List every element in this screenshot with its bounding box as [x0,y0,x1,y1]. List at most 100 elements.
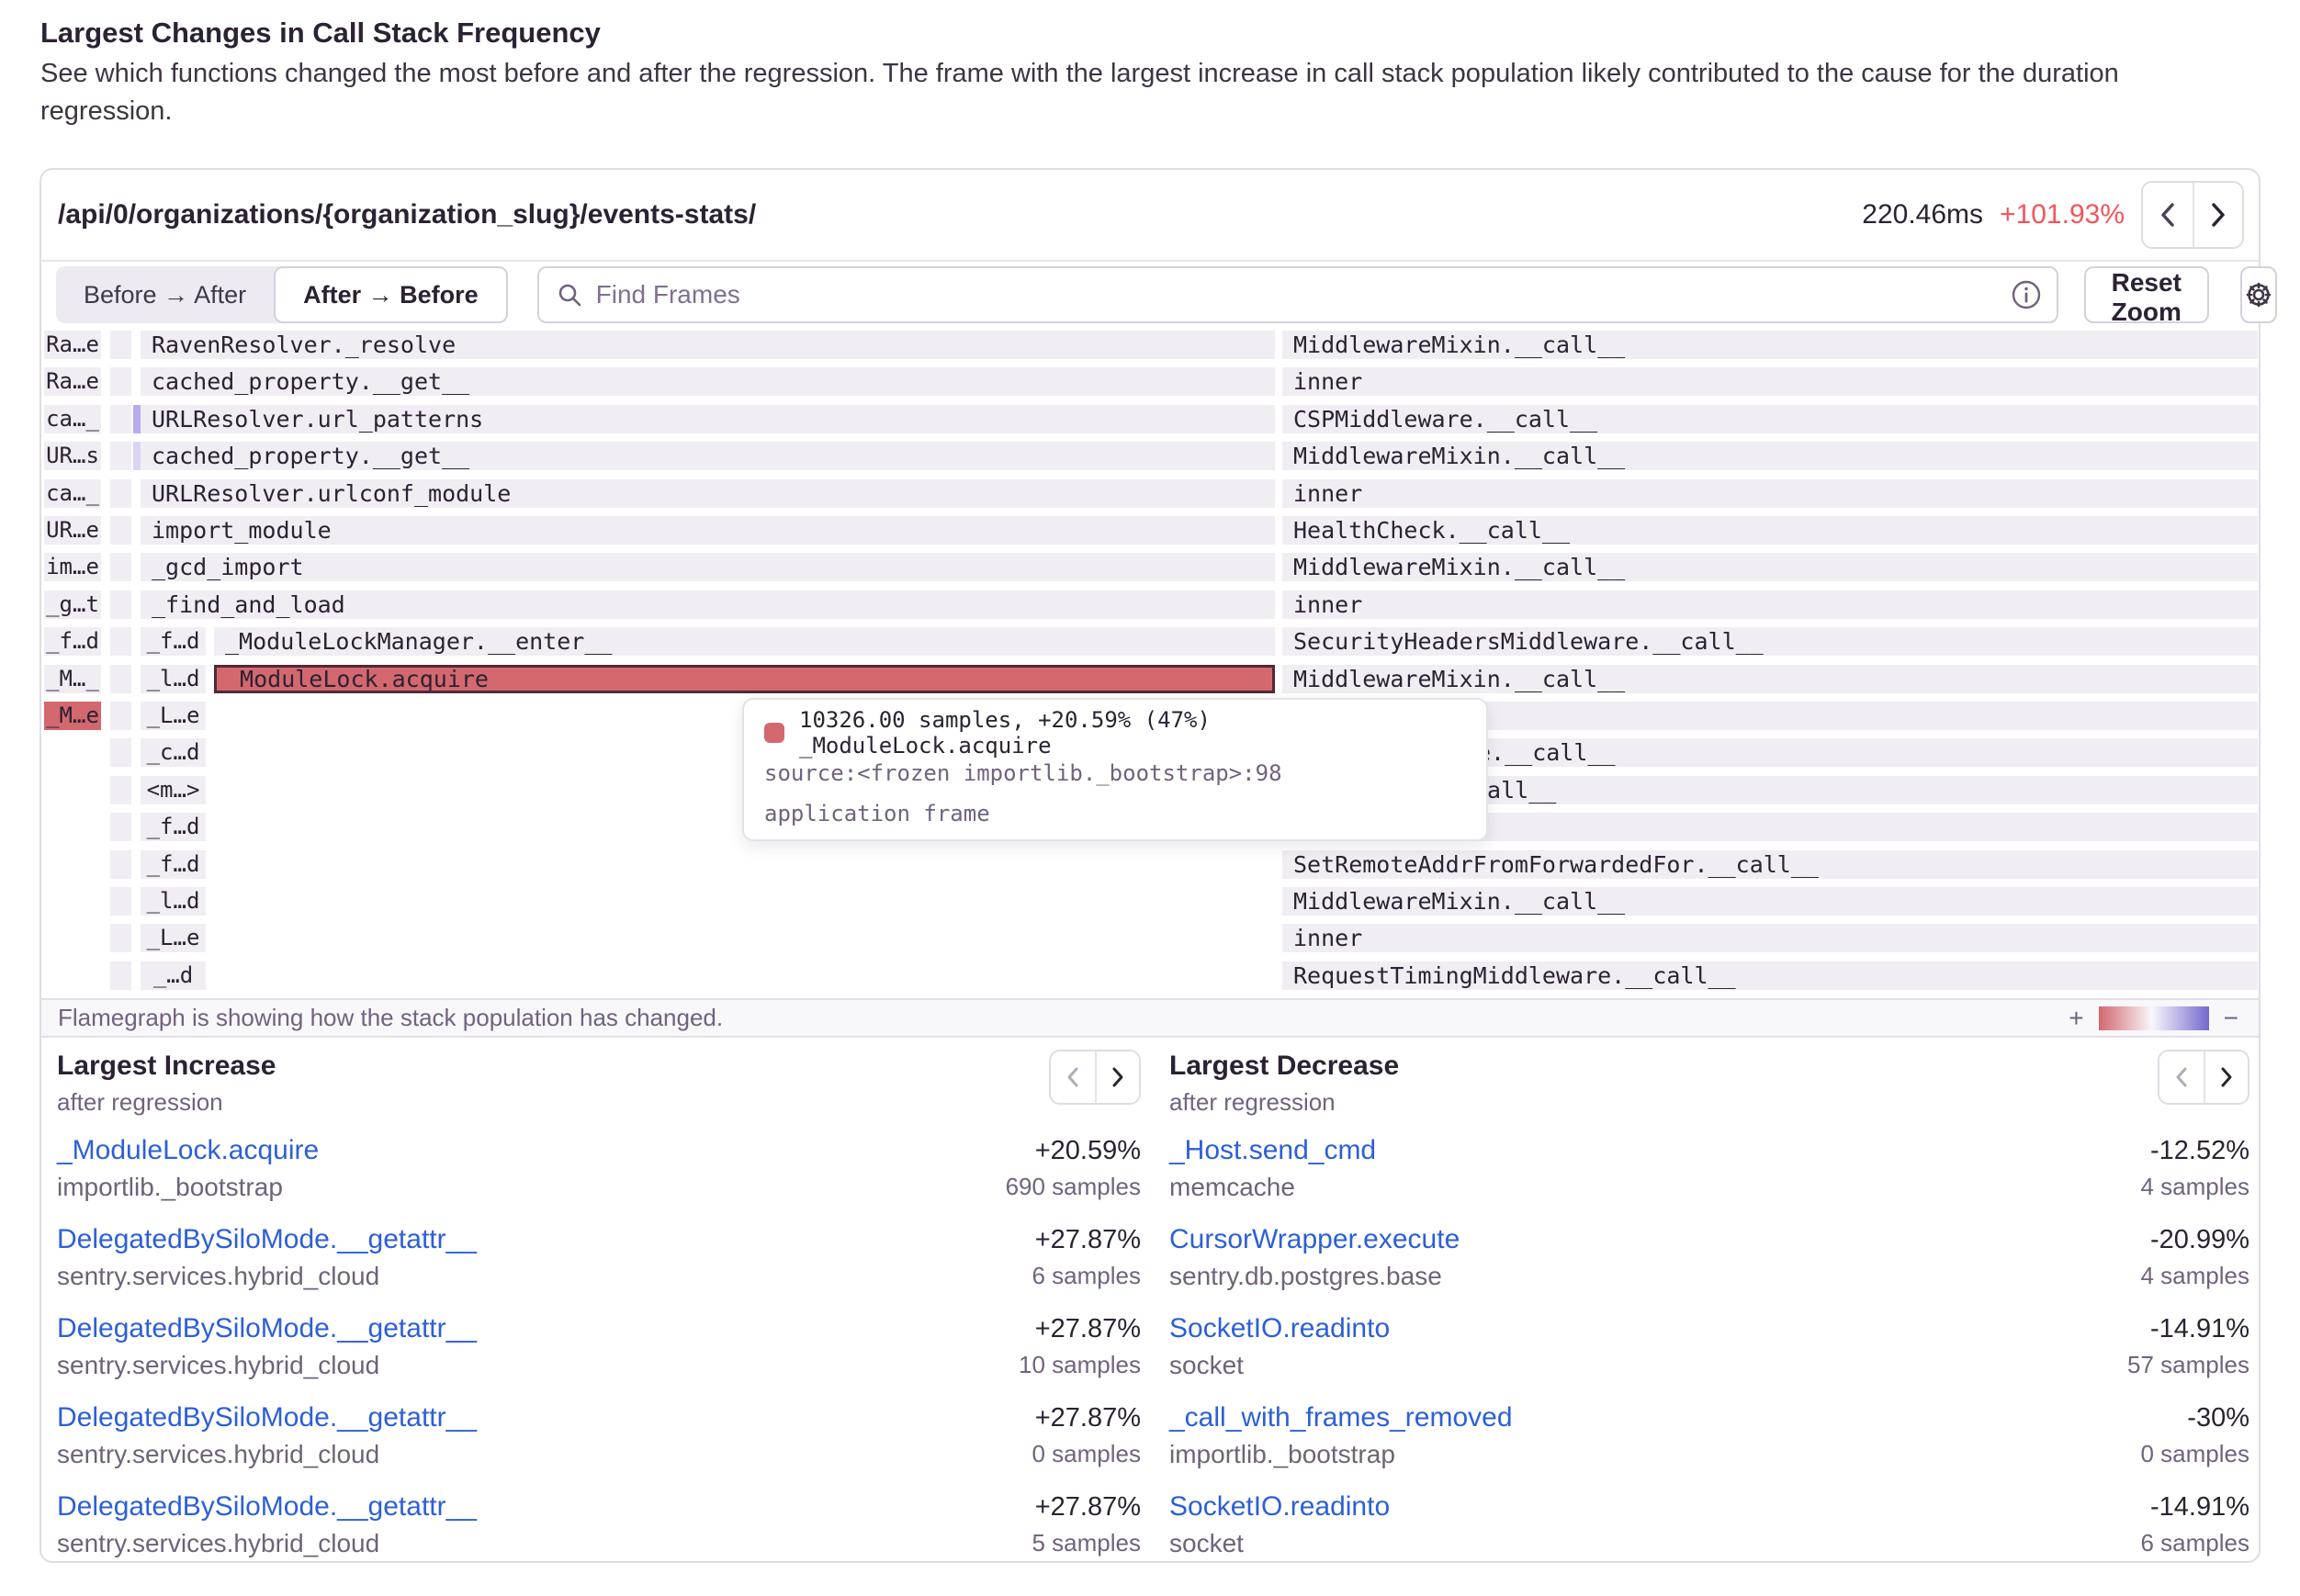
flame-frame-right[interactable]: SecurityHeadersMiddleware.__call__ [1282,627,2258,656]
flame-frame-spacer[interactable] [110,813,131,841]
next-event-button[interactable] [2193,183,2242,247]
flame-frame-left[interactable]: _f…d [44,627,101,656]
toggle-before-after[interactable]: Before → After [56,266,274,323]
direction-toggle: Before → After After → Before [56,266,508,323]
function-link[interactable]: SocketIO.readinto [1169,1310,2127,1347]
search-input[interactable] [594,279,2011,310]
flame-frame-right[interactable]: inner [1282,590,2258,619]
flame-frame[interactable]: _L…e [141,702,206,730]
flame-frame-spacer[interactable] [110,405,131,433]
flame-frame[interactable]: URLResolver.url_patterns [141,405,1275,433]
flame-frame-spacer[interactable] [110,924,131,952]
flame-frame-right[interactable]: SetRemoteAddrFromForwardedFor.__call__ [1282,850,2258,879]
flame-frame[interactable]: _l…d [141,887,206,916]
flame-frame-right[interactable]: RequestTimingMiddleware.__call__ [1282,961,2258,990]
flame-frame-left[interactable]: Ra…e [44,331,101,359]
decrease-prev-button[interactable] [2159,1051,2204,1103]
hovered-frame-red[interactable]: _ModuleLock.acquire [214,665,1275,693]
info-icon[interactable] [2011,279,2042,310]
flame-frame[interactable]: cached_property.__get__ [141,367,1275,396]
flame-frame-spacer[interactable] [110,887,131,916]
sample-count: 0 samples [2141,1436,2250,1471]
flame-frame-spacer[interactable] [110,702,131,730]
flame-frame-spacer[interactable] [110,479,131,508]
function-link[interactable]: _Host.send_cmd [1169,1132,2141,1169]
increase-prev-button[interactable] [1051,1051,1095,1103]
reset-zoom-button[interactable]: Reset Zoom [2084,266,2209,323]
flame-frame[interactable]: _f…d [141,627,206,656]
flame-frame-right[interactable]: CSPMiddleware.__call__ [1282,405,2258,433]
flame-frame-right[interactable]: MiddlewareMixin.__call__ [1282,331,2258,359]
largest-increase-section: Largest Increase after regression _Modul… [57,1050,1141,1578]
flame-frame-spacer[interactable] [110,590,131,619]
decrease-next-button[interactable] [2204,1051,2248,1103]
plus-icon: + [2069,1004,2083,1033]
sample-count: 57 samples [2127,1347,2249,1382]
flame-frame-left[interactable]: ca…_ [44,405,101,433]
settings-button[interactable] [2240,266,2277,323]
increase-next-button[interactable] [1095,1051,1139,1103]
flame-frame-spacer[interactable] [110,553,131,581]
flame-frame[interactable]: _L…e [141,924,206,952]
flame-frame-spacer[interactable] [110,331,131,359]
flame-frame[interactable]: URLResolver.urlconf_module [141,479,1275,508]
flame-frame-right[interactable]: MiddlewareMixin.__call__ [1282,665,2258,693]
flame-frame-left[interactable]: _M…e [44,702,101,730]
flame-frame-spacer[interactable] [110,738,131,767]
flame-frame[interactable]: cached_property.__get__ [141,442,1275,470]
flamegraph[interactable]: Ra…eRavenResolver._resolveMiddlewareMixi… [41,324,2259,998]
flame-frame[interactable]: _f…d [141,850,206,879]
increase-pager [1049,1050,1141,1105]
flame-frame[interactable]: _gcd_import [141,553,1275,581]
flame-frame-left[interactable]: _g…t [44,590,101,619]
flame-frame-spacer[interactable] [110,850,131,879]
flame-frame-left[interactable]: _M…_ [44,665,101,693]
flame-frame[interactable]: RavenResolver._resolve [141,331,1275,359]
flame-frame-spacer[interactable] [110,776,131,804]
flame-frame-spacer[interactable] [110,367,131,396]
flame-frame-right[interactable]: MiddlewareMixin.__call__ [1282,887,2258,916]
flame-frame[interactable]: import_module [141,516,1275,545]
flame-frame-right[interactable]: MiddlewareMixin.__call__ [1282,553,2258,581]
function-link[interactable]: _ModuleLock.acquire [57,1132,1006,1169]
flame-frame[interactable]: <m…> [141,776,206,804]
flamegraph-toolbar: Before → After After → Before Reset Zoom [56,265,2248,324]
flame-frame-right[interactable]: HealthCheck.__call__ [1282,516,2258,545]
function-link[interactable]: _call_with_frames_removed [1169,1399,2141,1436]
flame-frame[interactable]: _ModuleLockManager.__enter__ [214,627,1275,656]
flame-frame-right[interactable]: MiddlewareMixin.__call__ [1282,442,2258,470]
flame-frame-spacer[interactable] [110,442,131,470]
function-link[interactable]: DelegatedBySiloMode.__getattr__ [57,1489,1032,1525]
flame-frame-left[interactable]: UR…e [44,516,101,545]
flame-frame[interactable]: _f…d [141,813,206,841]
find-frames-search [537,266,2058,323]
module-label: sentry.services.hybrid_cloud [57,1436,1032,1473]
flame-frame[interactable]: _…d [141,961,206,990]
function-change-row: CursorWrapper.executesentry.db.postgres.… [1169,1221,2249,1310]
flame-frame-spacer[interactable] [110,961,131,990]
flame-frame-right[interactable]: inner [1282,367,2258,396]
function-link[interactable]: SocketIO.readinto [1169,1489,2141,1525]
function-link[interactable]: DelegatedBySiloMode.__getattr__ [57,1310,1019,1347]
toggle-after-before[interactable]: After → Before [274,266,508,323]
flame-frame-spacer[interactable] [110,665,131,693]
flame-frame-spacer[interactable] [110,627,131,656]
flame-frame-left[interactable]: ca…_ [44,479,101,508]
flame-frame-right[interactable]: inner [1282,924,2258,952]
function-link[interactable]: DelegatedBySiloMode.__getattr__ [57,1221,1032,1258]
flame-frame[interactable]: _find_and_load [141,590,1275,619]
flame-frame-left[interactable]: im…e [44,553,101,581]
flame-frame-left[interactable]: Ra…e [44,367,101,396]
largest-decrease-section: Largest Decrease after regression _Host.… [1169,1050,2249,1578]
function-change-row: _call_with_frames_removedimportlib._boot… [1169,1399,2249,1489]
flamegraph-legend-bar: Flamegraph is showing how the stack popu… [41,998,2259,1038]
prev-event-button[interactable] [2143,183,2193,247]
flame-frame-right[interactable]: inner [1282,479,2258,508]
flame-frame-left[interactable]: UR…s [44,442,101,470]
flame-frame[interactable]: _c…d [141,738,206,767]
function-link[interactable]: DelegatedBySiloMode.__getattr__ [57,1399,1032,1436]
flame-frame[interactable]: _l…d [141,665,206,693]
function-link[interactable]: CursorWrapper.execute [1169,1221,2141,1258]
largest-increase-subtitle: after regression [57,1086,1049,1118]
flame-frame-spacer[interactable] [110,516,131,545]
